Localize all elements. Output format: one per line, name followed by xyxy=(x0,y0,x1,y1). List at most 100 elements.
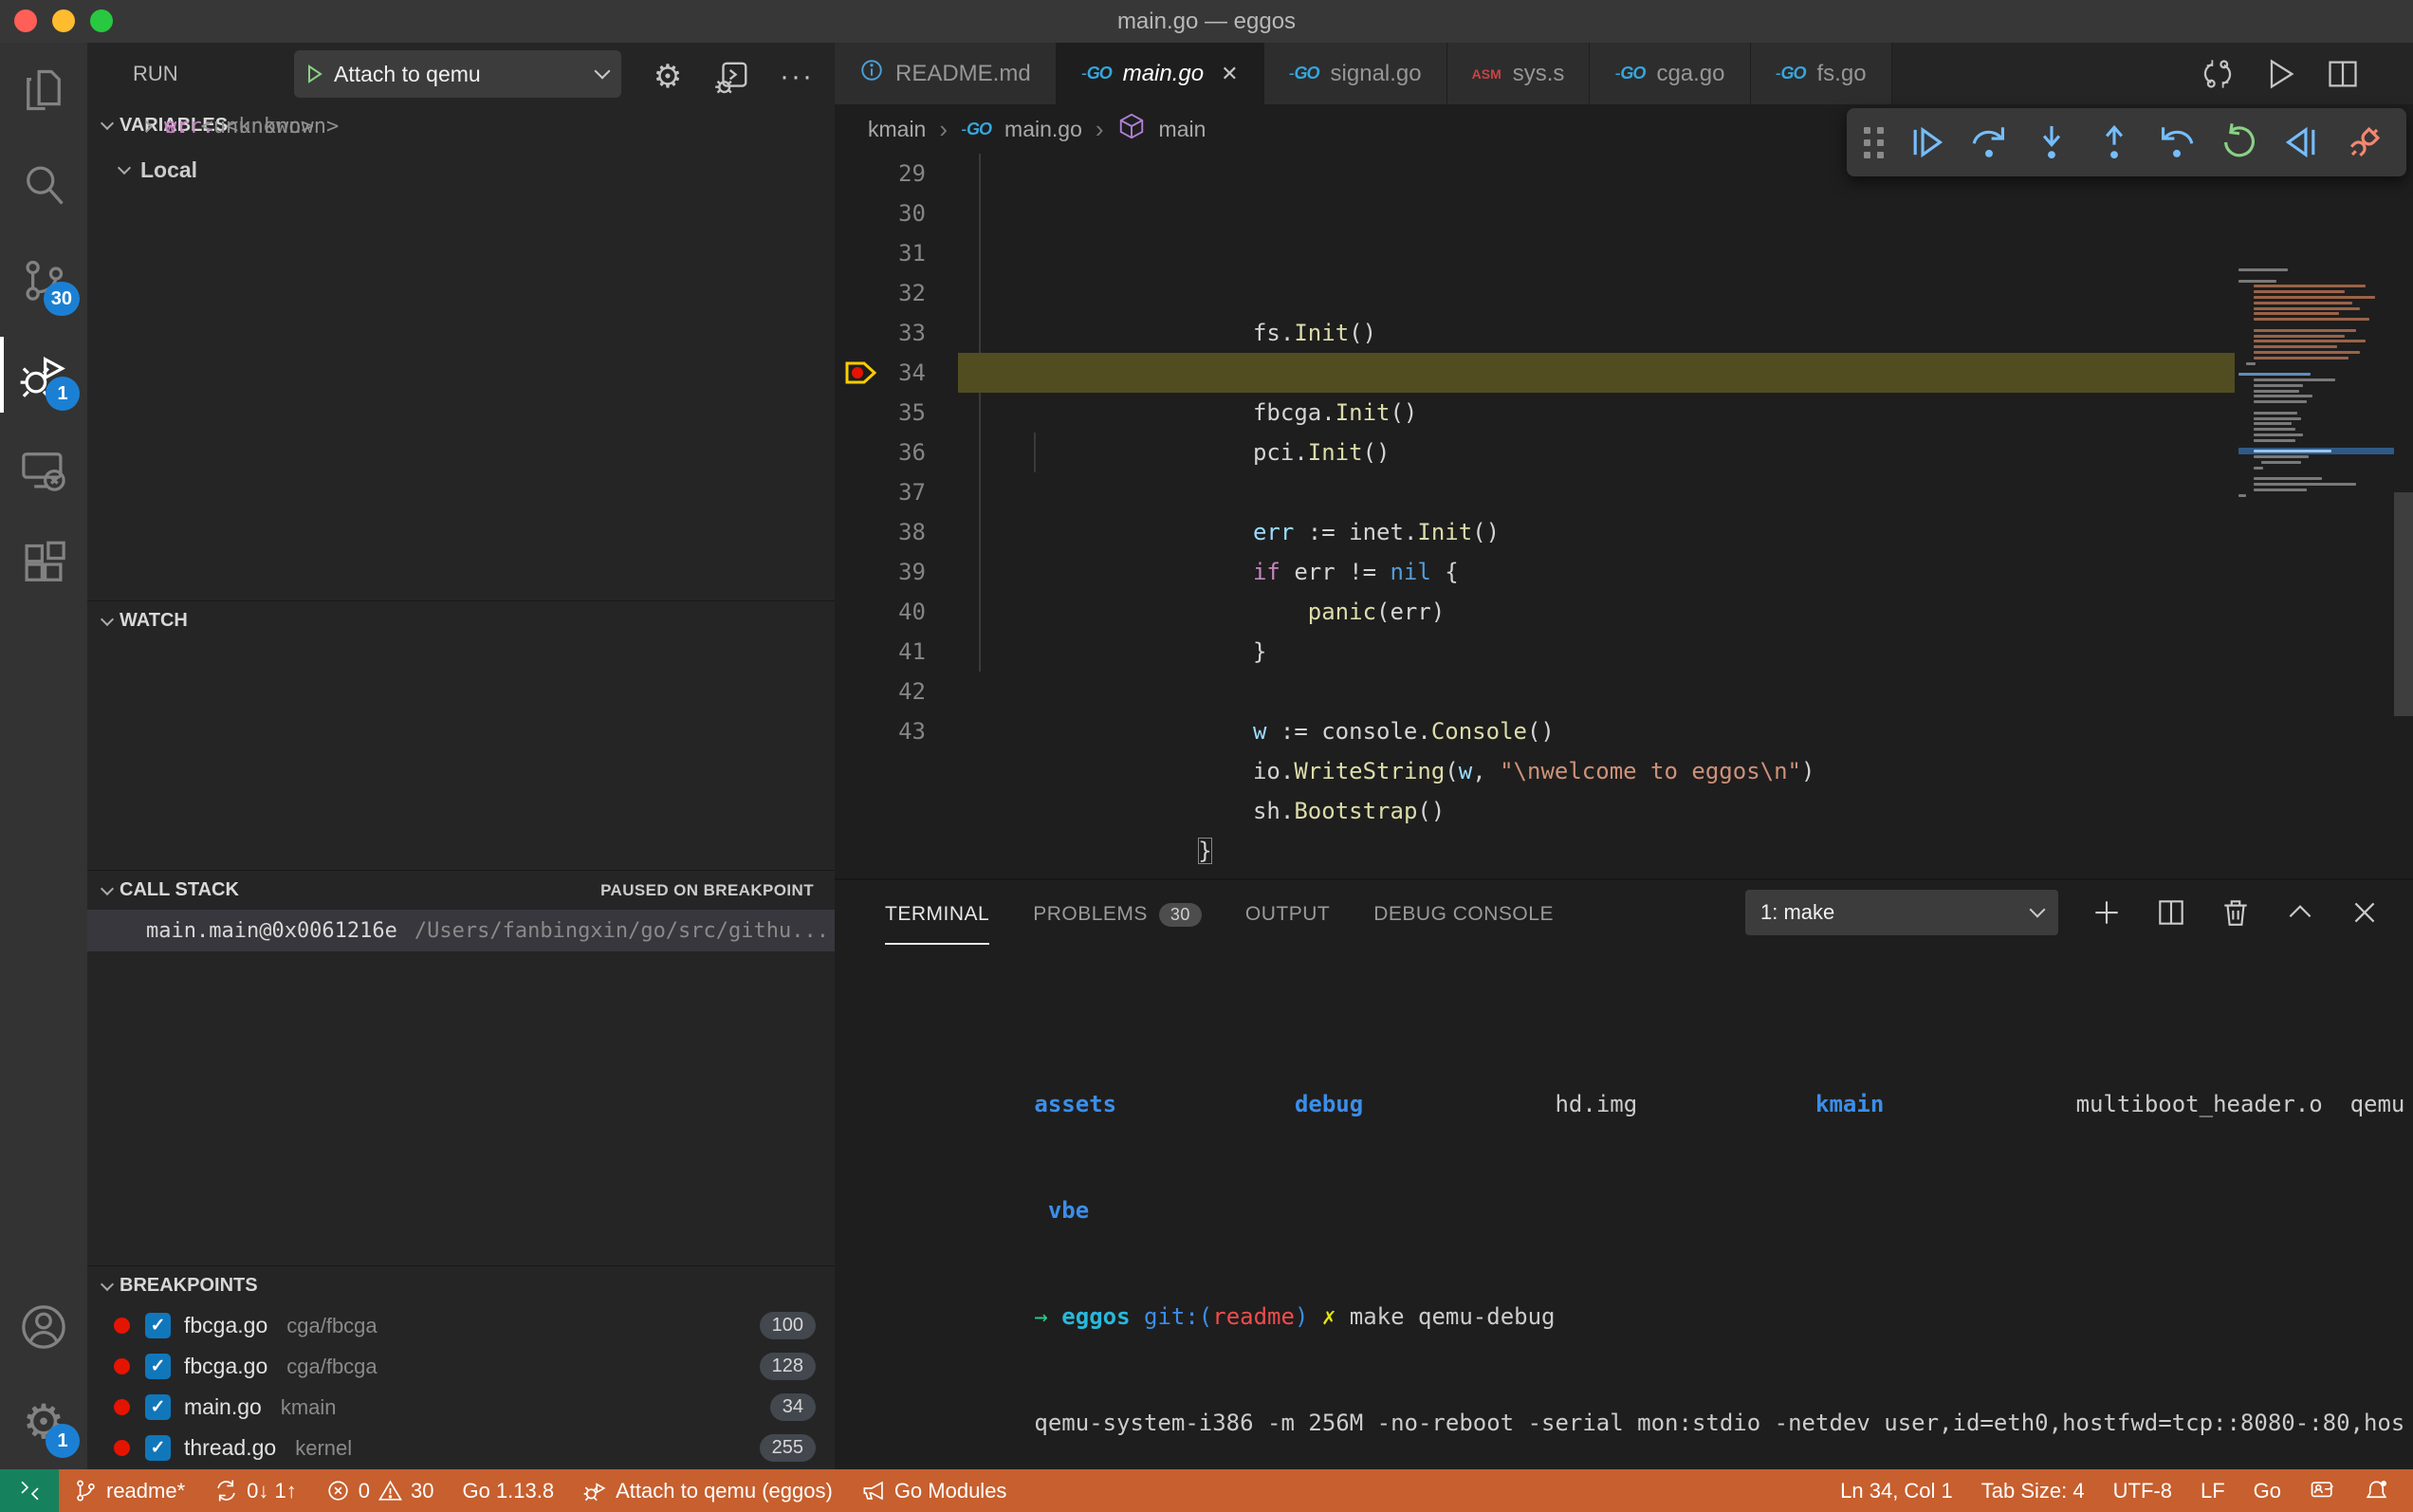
line-content[interactable] xyxy=(958,313,2235,353)
editor-tab[interactable]: README.md xyxy=(835,43,1057,104)
gutter[interactable]: 39 xyxy=(835,552,958,592)
branch-status[interactable]: readme* xyxy=(59,1478,199,1503)
breadcrumb-file[interactable]: main.go xyxy=(1004,117,1082,142)
gutter[interactable]: 32 xyxy=(835,273,958,313)
cursor-position-status[interactable]: Ln 34, Col 1 xyxy=(1826,1479,1967,1503)
breakpoint-checkbox[interactable]: ✓ xyxy=(145,1313,171,1338)
gutter[interactable]: 43 xyxy=(835,711,958,751)
line-content[interactable]: sh.Bootstrap() xyxy=(958,632,2235,672)
line-content[interactable] xyxy=(958,512,2235,552)
gutter[interactable]: 36 xyxy=(835,433,958,472)
encoding-status[interactable]: UTF-8 xyxy=(2099,1479,2186,1503)
gutter[interactable]: 34 xyxy=(835,353,958,393)
problems-status[interactable]: 0 30 xyxy=(311,1478,449,1503)
code-line[interactable]: 42 } xyxy=(835,672,2413,711)
code-line[interactable]: 39 w := console.Console() xyxy=(835,552,2413,592)
close-icon[interactable]: ✕ xyxy=(1221,62,1238,86)
code-line[interactable]: 41 sh.Bootstrap() xyxy=(835,632,2413,672)
eol-status[interactable]: LF xyxy=(2186,1479,2239,1503)
configure-gear-button[interactable]: ⚙ xyxy=(647,56,689,98)
start-debug-icon[interactable] xyxy=(307,65,322,83)
editor-tab[interactable]: GO fs.go xyxy=(1751,43,1892,104)
go-version-status[interactable]: Go 1.13.8 xyxy=(448,1479,568,1503)
code-editor[interactable]: 29 fs.Init() xyxy=(835,154,2413,878)
breakpoint-checkbox[interactable]: ✓ xyxy=(145,1394,171,1420)
terminal-picker-dropdown[interactable]: 1: make xyxy=(1745,890,2058,935)
breakpoints-section-header[interactable]: BREAKPOINTS xyxy=(87,1265,835,1305)
gutter[interactable]: 37 xyxy=(835,472,958,512)
tab-output[interactable]: OUTPUT xyxy=(1245,880,1330,945)
code-line[interactable]: 30 vbe.Init() xyxy=(835,194,2413,233)
sidebar-item-search[interactable] xyxy=(0,138,87,232)
editor-tab[interactable]: GO cga.go xyxy=(1590,43,1750,104)
code-line[interactable]: 32 pci.Init() xyxy=(835,273,2413,313)
code-line[interactable]: 40 io.WriteString(w, "\nwelcome to eggos… xyxy=(835,592,2413,632)
code-line[interactable]: 34 err := inet.Init() xyxy=(835,353,2413,393)
disconnect-button[interactable] xyxy=(2340,118,2389,167)
variable-row[interactable]: w: <unknown> xyxy=(87,105,835,147)
code-line[interactable]: 37 } xyxy=(835,472,2413,512)
call-stack-section-header[interactable]: CALL STACK PAUSED ON BREAKPOINT xyxy=(87,870,835,910)
run-icon[interactable] xyxy=(2263,57,2297,91)
breakpoint-row[interactable]: ✓ fbcga.go cga/fbcga 100 xyxy=(87,1305,835,1346)
tab-terminal[interactable]: TERMINAL xyxy=(885,880,989,945)
editor-tab[interactable]: ASM sys.s xyxy=(1447,43,1591,104)
breadcrumb-symbol[interactable]: main xyxy=(1159,117,1206,142)
remote-indicator[interactable] xyxy=(0,1469,59,1512)
debug-console-button[interactable] xyxy=(711,56,753,98)
code-line[interactable]: 36 panic(err) xyxy=(835,433,2413,472)
gutter[interactable]: 30 xyxy=(835,194,958,233)
sidebar-item-source-control[interactable]: 30 xyxy=(0,232,87,327)
gutter[interactable]: 40 xyxy=(835,592,958,632)
minimize-window-button[interactable] xyxy=(52,9,75,32)
close-window-button[interactable] xyxy=(14,9,37,32)
notifications-button[interactable] xyxy=(2349,1478,2404,1503)
zoom-window-button[interactable] xyxy=(90,9,113,32)
line-content[interactable]: panic(err) xyxy=(958,433,2235,472)
code-line[interactable]: 35 if err != nil { xyxy=(835,393,2413,433)
terminal-output[interactable]: assets debug hd.img kmain multiboot_head… xyxy=(870,958,2404,1469)
sidebar-item-run-debug[interactable]: 1 xyxy=(0,327,87,422)
language-status[interactable]: Go xyxy=(2239,1479,2295,1503)
watch-section-header[interactable]: WATCH xyxy=(87,600,835,640)
continue-button[interactable] xyxy=(1902,118,1951,167)
tab-size-status[interactable]: Tab Size: 4 xyxy=(1967,1479,2099,1503)
kill-terminal-icon[interactable] xyxy=(2220,896,2252,929)
line-content[interactable]: vbe.Init() xyxy=(958,194,2235,233)
breakpoint-row[interactable]: ✓ fbcga.go cga/fbcga 128 xyxy=(87,1346,835,1387)
step-into-button[interactable] xyxy=(2027,118,2076,167)
gutter[interactable]: 35 xyxy=(835,393,958,433)
minimap[interactable] xyxy=(2238,265,2394,872)
go-modules-status[interactable]: Go Modules xyxy=(847,1478,1022,1503)
reverse-continue-button[interactable] xyxy=(2277,118,2327,167)
breakpoint-checkbox[interactable]: ✓ xyxy=(145,1435,171,1461)
views-more-button[interactable]: ··· xyxy=(776,56,818,98)
breakpoint-row[interactable]: ✓ thread.go kernel 255 xyxy=(87,1428,835,1468)
code-line[interactable]: 38 xyxy=(835,512,2413,552)
account-button[interactable] xyxy=(0,1280,87,1374)
breakpoint-row[interactable]: ✓ main.go kmain 34 xyxy=(87,1387,835,1428)
line-content[interactable]: w := console.Console() xyxy=(958,552,2235,592)
gutter[interactable]: 41 xyxy=(835,632,958,672)
sidebar-item-explorer[interactable] xyxy=(0,43,87,138)
stack-frame-row[interactable]: main.main@0x0061216e /Users/fanbingxin/g… xyxy=(87,910,835,951)
editor-tab[interactable]: GO main.go ✕ xyxy=(1057,43,1264,104)
gutter[interactable]: 38 xyxy=(835,512,958,552)
tab-debug-console[interactable]: DEBUG CONSOLE xyxy=(1373,880,1554,945)
gutter[interactable]: 42 xyxy=(835,672,958,711)
sync-status[interactable]: 0↓ 1↑ xyxy=(199,1478,311,1503)
maximize-panel-icon[interactable] xyxy=(2284,896,2316,929)
step-out-button[interactable] xyxy=(2090,118,2139,167)
debug-session-status[interactable]: Attach to qemu (eggos) xyxy=(568,1478,847,1503)
split-editor-icon[interactable] xyxy=(2326,57,2360,91)
step-over-button[interactable] xyxy=(1964,118,2014,167)
gutter[interactable]: 29 xyxy=(835,154,958,194)
restart-button[interactable] xyxy=(2215,118,2264,167)
debug-config-dropdown[interactable]: Attach to qemu xyxy=(294,50,621,98)
new-terminal-icon[interactable] xyxy=(2091,896,2123,929)
breadcrumb-folder[interactable]: kmain xyxy=(868,117,926,142)
code-line[interactable]: 43 xyxy=(835,711,2413,751)
line-content[interactable]: } xyxy=(958,472,2235,512)
line-content[interactable]: if err != nil { xyxy=(958,393,2235,433)
tab-problems[interactable]: PROBLEMS 30 xyxy=(1033,880,1202,945)
